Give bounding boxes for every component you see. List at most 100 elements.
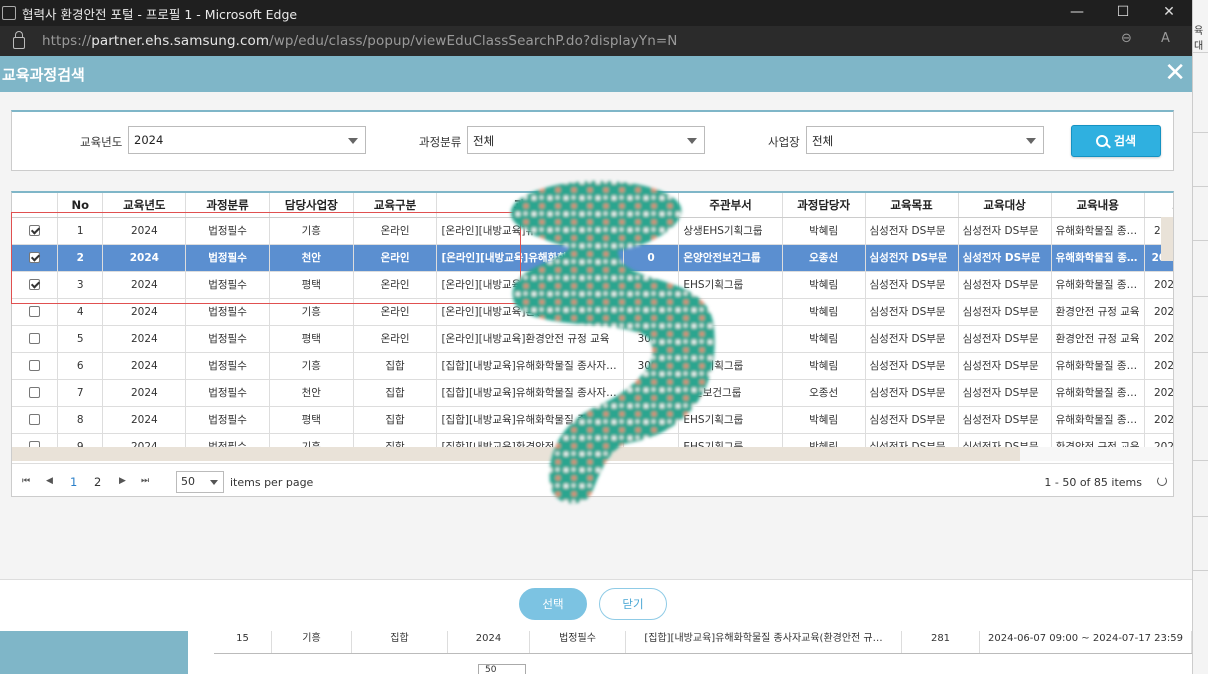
cell-cat: 법정필수 <box>185 271 270 299</box>
window-titlebar: 협력사 환경안전 포털 - 프로필 1 - Microsoft Edge — ☐… <box>0 0 1192 26</box>
cell-target: 심성전자 DS부문 <box>958 352 1052 380</box>
cell-type: 온라인 <box>353 271 438 299</box>
cell-content: 유해화학물질 종사자 <box>1051 271 1145 299</box>
close-icon[interactable]: ✕ <box>1164 59 1186 87</box>
column-header[interactable]: 교육구분 <box>353 193 438 218</box>
cell-date: 2024-01- <box>1144 406 1173 434</box>
row-checkbox[interactable] <box>28 387 40 398</box>
site-select[interactable]: 전체 <box>806 126 1044 154</box>
row-checkbox[interactable] <box>28 279 40 290</box>
cell-goal: 심성전자 DS부문 <box>865 271 959 299</box>
cell-site: 평택 <box>269 271 354 299</box>
app-icon <box>2 6 16 20</box>
close-window-button[interactable]: ✕ <box>1146 0 1192 26</box>
cell-year: 2024 <box>102 298 187 326</box>
next-page-icon[interactable]: ▶ <box>119 476 126 486</box>
last-page-icon[interactable]: ⏭ <box>141 476 149 486</box>
first-page-icon[interactable]: ⏮ <box>22 476 30 486</box>
row-checkbox[interactable] <box>28 225 40 236</box>
column-header[interactable]: 교육내용 <box>1051 193 1145 218</box>
cell-date: 2024-01- <box>1144 325 1173 353</box>
per-page-select[interactable]: 50 <box>176 471 224 493</box>
cell-cat: 법정필수 <box>185 298 270 326</box>
cell-mgr: 오종선 <box>782 244 866 272</box>
chevron-down-icon <box>210 480 218 485</box>
cell-no: 1 <box>57 217 104 245</box>
background-sidebar <box>0 630 188 674</box>
cell-no: 7 <box>57 379 104 407</box>
popup-footer <box>0 579 1192 631</box>
row-checkbox[interactable] <box>28 360 40 371</box>
cell-goal: 심성전자 DS부문 <box>865 298 959 326</box>
cell-site: 기흥 <box>269 298 354 326</box>
cell-year: 2024 <box>102 217 187 245</box>
cell-content: 유해화학물질 종사자 <box>1051 244 1145 272</box>
background-per-page: 50 <box>478 664 526 674</box>
cell-content: 유해화학물질 종사자 <box>1051 217 1145 245</box>
cell-cat: 법정필수 <box>185 325 270 353</box>
cell-year: 2024 <box>102 379 187 407</box>
maximize-button[interactable]: ☐ <box>1100 0 1146 26</box>
column-header[interactable]: 과정담당자 <box>782 193 866 218</box>
cell-target: 심성전자 DS부문 <box>958 217 1052 245</box>
cell-site: 기흥 <box>269 352 354 380</box>
cell-mgr: 박혜림 <box>782 217 866 245</box>
prev-page-icon[interactable]: ◀ <box>46 476 53 486</box>
cell-goal: 심성전자 DS부문 <box>865 352 959 380</box>
scrollbar-thumb[interactable] <box>1020 447 1173 461</box>
cell-goal: 심성전자 DS부문 <box>865 217 959 245</box>
page-1[interactable]: 1 <box>70 475 77 489</box>
vertical-scrollbar[interactable] <box>1161 217 1173 261</box>
cell-mgr: 박혜림 <box>782 352 866 380</box>
column-header[interactable]: 교육목표 <box>865 193 959 218</box>
select-button[interactable]: 선택 <box>519 588 587 620</box>
column-header[interactable]: 교 <box>1144 193 1173 218</box>
page-2[interactable]: 2 <box>94 475 101 489</box>
cell-cat: 법정필수 <box>185 217 270 245</box>
cell-target: 심성전자 DS부문 <box>958 298 1052 326</box>
column-header[interactable]: 교육년도 <box>102 193 187 218</box>
cell-cat: 법정필수 <box>185 406 270 434</box>
cell-cat: 법정필수 <box>185 379 270 407</box>
column-header[interactable]: 교육대상 <box>958 193 1052 218</box>
row-checkbox[interactable] <box>28 414 40 425</box>
cell-no: 3 <box>57 271 104 299</box>
cell-year: 2024 <box>102 325 187 353</box>
minimize-button[interactable]: — <box>1054 0 1100 26</box>
cell-date: 2024-01- <box>1144 352 1173 380</box>
cell-target: 심성전자 DS부문 <box>958 271 1052 299</box>
refresh-icon[interactable] <box>1157 476 1167 486</box>
cell-type: 집합 <box>353 406 438 434</box>
column-header[interactable] <box>12 193 58 218</box>
zoom-icon[interactable]: ⊖ <box>1121 31 1132 46</box>
cell-type: 온라인 <box>353 325 438 353</box>
column-header[interactable]: 과정분류 <box>185 193 270 218</box>
cell-site: 기흥 <box>269 217 354 245</box>
search-panel: 교육년도 2024 과정분류 전체 사업장 전체 검색 <box>11 110 1174 171</box>
scribble-overlay <box>510 180 715 504</box>
search-button[interactable]: 검색 <box>1071 125 1161 157</box>
row-checkbox[interactable] <box>28 306 40 317</box>
chevron-down-icon <box>1026 138 1036 144</box>
close-button[interactable]: 닫기 <box>599 588 667 620</box>
row-checkbox[interactable] <box>28 333 40 344</box>
read-aloud-icon[interactable]: A <box>1161 31 1170 46</box>
address-bar[interactable]: https://partner.ehs.samsung.com/wp/edu/c… <box>0 26 1192 56</box>
category-select[interactable]: 전체 <box>467 126 705 154</box>
cell-year: 2024 <box>102 352 187 380</box>
url-text[interactable]: https://partner.ehs.samsung.com/wp/edu/c… <box>42 33 677 49</box>
cell-year: 2024 <box>102 271 187 299</box>
cell-type: 온라인 <box>353 244 438 272</box>
year-select[interactable]: 2024 <box>128 126 366 154</box>
lock-icon[interactable] <box>13 30 25 49</box>
column-header[interactable]: No <box>57 193 104 218</box>
cell-content: 환경안전 규정 교육 <box>1051 325 1145 353</box>
cell-mgr: 박혜림 <box>782 325 866 353</box>
cell-target: 심성전자 DS부문 <box>958 244 1052 272</box>
column-header[interactable]: 담당사업장 <box>269 193 354 218</box>
row-checkbox[interactable] <box>28 252 40 263</box>
per-page-label: items per page <box>230 476 314 489</box>
cell-target: 심성전자 DS부문 <box>958 379 1052 407</box>
cell-no: 8 <box>57 406 104 434</box>
window-title: 협력사 환경안전 포털 - 프로필 1 - Microsoft Edge <box>22 6 298 22</box>
